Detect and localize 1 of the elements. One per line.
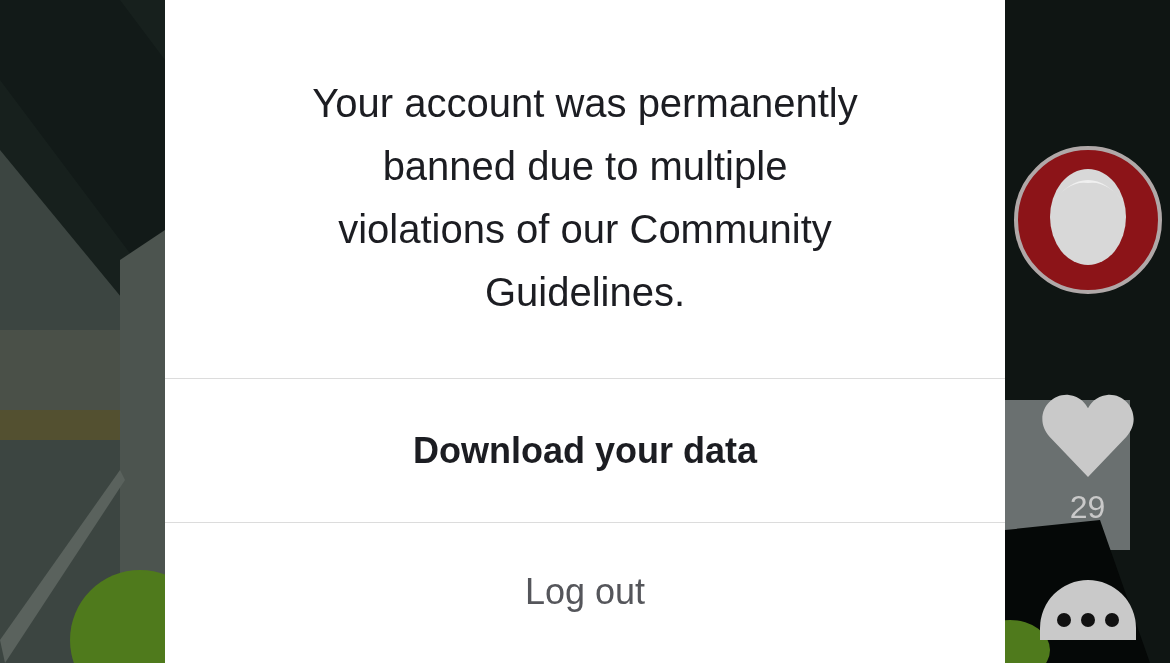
dialog-message: Your account was permanently banned due to multiple violations of our Community Guidelines. bbox=[311, 80, 859, 316]
